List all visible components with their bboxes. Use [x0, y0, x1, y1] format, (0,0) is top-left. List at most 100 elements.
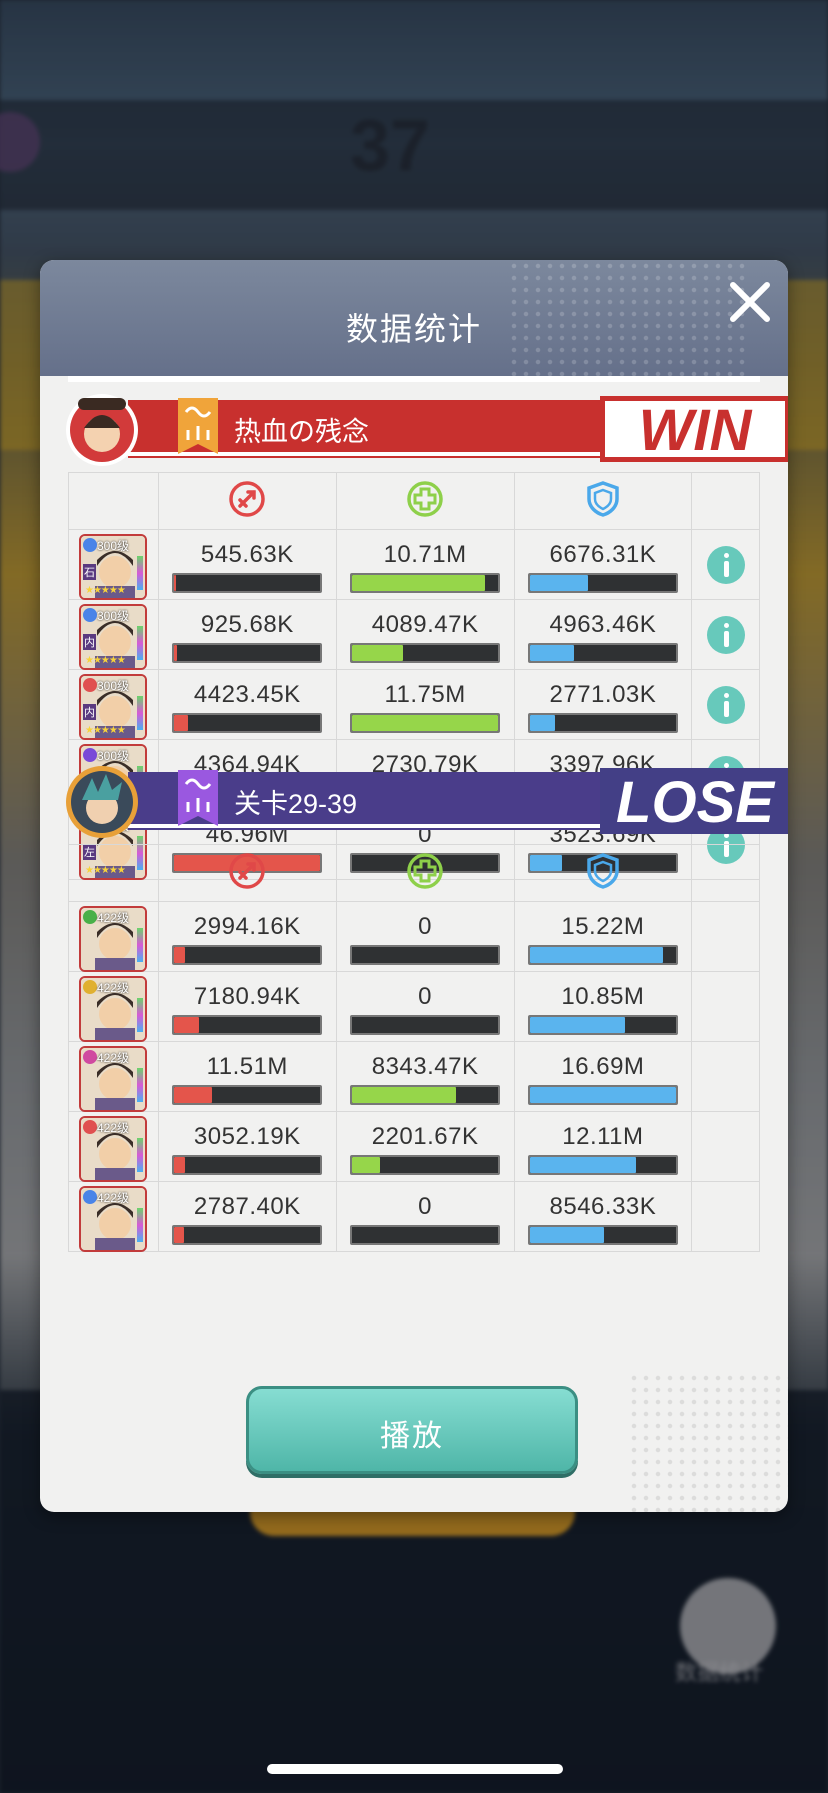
- hero-stars: ★★★★★: [85, 725, 126, 736]
- heal-column-header: [335, 472, 515, 530]
- element-icon: [83, 1050, 97, 1064]
- hero-portrait-cell: 300级内 ★★★★★: [68, 669, 159, 740]
- element-icon: [83, 608, 97, 622]
- damage-value: 3052.19K: [193, 1122, 301, 1150]
- damage-value: 11.51M: [206, 1052, 288, 1080]
- heal-cell: 10.71M: [335, 529, 515, 600]
- info-icon[interactable]: [706, 545, 745, 584]
- dialog-title: 数据统计: [345, 311, 482, 347]
- empty-header-cell: [691, 472, 760, 530]
- team-flag-icon: [178, 770, 218, 826]
- shield-bar-fill: [529, 1086, 676, 1103]
- hero-portrait-cell: 422级: [68, 1111, 159, 1182]
- damage-value: 7180.94K: [193, 982, 301, 1010]
- damage-icon: [228, 852, 266, 894]
- shield-value: 8546.33K: [549, 1192, 657, 1220]
- hero-side-gauge: [137, 1208, 143, 1242]
- empty-header-cell: [691, 844, 760, 902]
- shield-value: 10.85M: [561, 982, 645, 1010]
- info-cell: [691, 599, 760, 670]
- info-icon[interactable]: [706, 685, 745, 724]
- hero-portrait[interactable]: 300级内 ★★★★★: [79, 674, 147, 740]
- damage-column-header: [157, 472, 337, 530]
- result-text: WIN: [639, 398, 753, 462]
- shield-cell: 16.69M: [513, 1041, 693, 1112]
- result-badge-win: WIN: [600, 396, 788, 462]
- damage-cell: 7180.94K: [157, 971, 337, 1042]
- shield-value: 6676.31K: [549, 540, 657, 568]
- shield-cell: 4963.46K: [513, 599, 693, 670]
- hero-stars: ★★★★★: [85, 585, 126, 596]
- damage-column-header: [157, 844, 337, 902]
- info-icon[interactable]: [706, 615, 745, 654]
- hero-portrait[interactable]: 422级: [79, 1116, 147, 1182]
- shield-bar: [527, 1154, 678, 1175]
- damage-bar: [172, 1084, 323, 1105]
- hero-level: 422级: [97, 911, 130, 925]
- home-indicator[interactable]: [267, 1764, 563, 1774]
- header-divider: [68, 376, 760, 382]
- close-button[interactable]: [724, 276, 776, 328]
- element-icon: [83, 678, 97, 692]
- hero-portrait[interactable]: 422级: [79, 906, 147, 972]
- dialog-header: 数据统计: [40, 260, 788, 376]
- hero-portrait[interactable]: 422级: [79, 1186, 147, 1252]
- player-avatar: [66, 394, 138, 466]
- hero-portrait[interactable]: 422级: [79, 976, 147, 1042]
- damage-cell: 2994.16K: [157, 901, 337, 972]
- damage-bar: [172, 712, 323, 733]
- close-icon: [730, 282, 770, 322]
- damage-cell: 545.63K: [157, 529, 337, 600]
- heal-cell: 4089.47K: [335, 599, 515, 670]
- team-flag-icon: [178, 398, 218, 454]
- hero-stat-row: 422级 7180.94K 0 10.85M: [68, 971, 760, 1042]
- shield-bar: [527, 572, 678, 593]
- stat-icon-row: [68, 472, 760, 530]
- shield-cell: 12.11M: [513, 1111, 693, 1182]
- hero-portrait[interactable]: 422级: [79, 1046, 147, 1112]
- hero-side-gauge: [137, 998, 143, 1032]
- shield-value: 15.22M: [561, 912, 645, 940]
- result-text: LOSE: [616, 770, 776, 834]
- hero-portrait[interactable]: 300级内 ★★★★★: [79, 604, 147, 670]
- heal-value: 8343.47K: [371, 1052, 479, 1080]
- shield-bar: [527, 1014, 678, 1035]
- team-name: 关卡29-39: [234, 789, 358, 819]
- heal-icon: [406, 480, 444, 522]
- shield-cell: 15.22M: [513, 901, 693, 972]
- shield-bar-fill: [529, 1156, 637, 1173]
- hero-portrait-cell: 300级石 ★★★★★: [68, 529, 159, 600]
- heal-cell: 8343.47K: [335, 1041, 515, 1112]
- damage-icon: [228, 480, 266, 522]
- empty-header-cell: [68, 472, 159, 530]
- team-name: 热血の残念: [234, 417, 369, 447]
- hero-portrait[interactable]: 300级石 ★★★★★: [79, 534, 147, 600]
- shield-cell: 10.85M: [513, 971, 693, 1042]
- hero-stars: ★★★★★: [85, 655, 126, 666]
- hero-side-gauge: [137, 1068, 143, 1102]
- shield-value: 2771.03K: [549, 680, 657, 708]
- hero-level: 422级: [97, 1121, 130, 1135]
- opponent-avatar: [66, 766, 138, 838]
- element-icon: [83, 748, 97, 762]
- hero-level: 422级: [97, 1191, 130, 1205]
- info-cell: [691, 669, 760, 740]
- heal-bar: [350, 944, 501, 965]
- stat-icon-row: [68, 844, 760, 902]
- shield-bar-fill: [529, 714, 555, 731]
- hero-portrait-cell: 300级内 ★★★★★: [68, 599, 159, 670]
- shield-bar-fill: [529, 1226, 605, 1243]
- damage-bar-fill: [174, 946, 185, 963]
- shield-bar: [527, 642, 678, 663]
- hero-level: 300级: [97, 539, 130, 553]
- heal-cell: 0: [335, 971, 515, 1042]
- play-replay-button[interactable]: 播放: [246, 1386, 578, 1474]
- team-banner-loser: 关卡29-39 LOSE: [66, 766, 788, 838]
- heal-bar: [350, 642, 501, 663]
- heal-bar: [350, 712, 501, 733]
- shield-column-header: [513, 844, 693, 902]
- shield-icon: [584, 852, 622, 894]
- heal-value: 0: [418, 912, 433, 940]
- info-cell: [691, 1181, 760, 1252]
- heal-bar-fill: [352, 1156, 380, 1173]
